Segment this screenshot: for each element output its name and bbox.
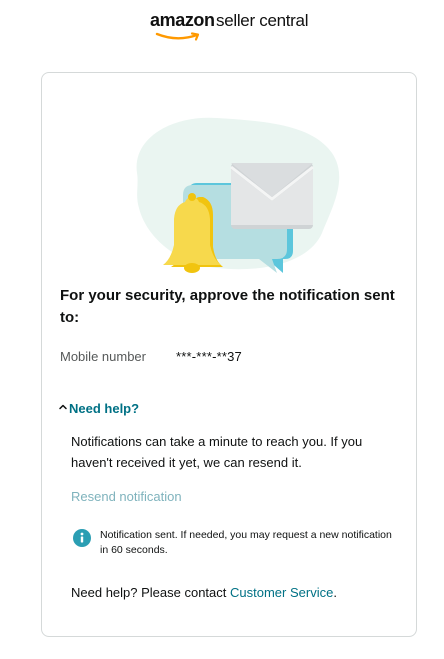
chevron-up-icon	[59, 404, 67, 410]
envelope-icon	[230, 163, 314, 229]
info-alert: Notification sent. If needed, you may re…	[73, 527, 393, 561]
mobile-number-label: Mobile number	[60, 349, 146, 364]
need-help-toggle[interactable]: Need help?	[58, 400, 139, 418]
verification-card: For your security, approve the notificat…	[41, 72, 417, 637]
info-icon	[73, 529, 91, 547]
resend-notification-link[interactable]: Resend notification	[71, 488, 182, 506]
notification-illustration	[136, 117, 340, 273]
amazon-smile-icon	[155, 32, 200, 41]
contact-prefix: Need help? Please contact	[71, 585, 230, 600]
contact-suffix: .	[333, 585, 337, 600]
logo-word-amazon: amazon	[150, 10, 215, 30]
mobile-number-value: ***-***-**37	[176, 349, 242, 364]
help-description: Notifications can take a minute to reach…	[71, 434, 363, 470]
page-header: amazon seller central	[0, 0, 444, 48]
contact-line: Need help? Please contact Customer Servi…	[71, 584, 337, 602]
logo-word-seller-central: seller central	[216, 11, 309, 30]
alert-message: Notification sent. If needed, you may re…	[100, 529, 392, 556]
need-help-label: Need help?	[69, 401, 140, 416]
page-title: For your security, approve the notificat…	[60, 287, 395, 326]
mobile-number-row: Mobile number ***-***-**37	[60, 348, 400, 366]
amazon-seller-central-logo[interactable]: amazon seller central	[150, 10, 320, 41]
customer-service-link[interactable]: Customer Service	[230, 585, 333, 600]
